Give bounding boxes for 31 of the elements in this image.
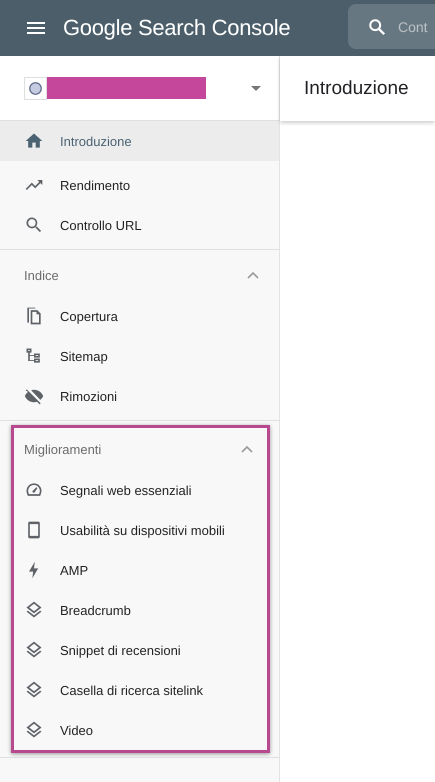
nav-item[interactable]: Casella di ricerca sitelink bbox=[14, 670, 267, 710]
nav-item[interactable]: Introduzione bbox=[0, 121, 279, 161]
search-bar[interactable]: Cont bbox=[348, 4, 435, 49]
app-logo[interactable]: Google Search Console bbox=[63, 15, 290, 41]
layers-icon bbox=[24, 600, 44, 620]
menu-icon[interactable] bbox=[27, 22, 45, 34]
layers-icon bbox=[24, 720, 44, 740]
search-input[interactable]: Cont bbox=[398, 18, 432, 34]
nav-item[interactable]: Rimozioni bbox=[0, 376, 279, 416]
globe-icon bbox=[24, 76, 47, 100]
layers-icon bbox=[24, 640, 44, 660]
nav-item[interactable]: Usabilità su dispositivi mobili bbox=[14, 510, 267, 550]
nav-item[interactable]: Rendimento bbox=[0, 165, 279, 205]
caret-icon bbox=[251, 86, 261, 90]
nav-item[interactable]: Video bbox=[14, 710, 267, 750]
nav-item[interactable]: Copertura bbox=[0, 296, 279, 336]
section-header[interactable]: Miglioramenti bbox=[14, 428, 267, 470]
section-header[interactable]: Indice bbox=[0, 254, 279, 296]
nav-item[interactable]: Sitemap bbox=[0, 336, 279, 376]
search-icon bbox=[368, 18, 386, 36]
page-title: Introduzione bbox=[304, 78, 409, 100]
chevron-icon bbox=[241, 445, 253, 453]
nav-item[interactable]: Segnali web essenziali bbox=[14, 470, 267, 510]
nav-item[interactable]: Breadcrumb bbox=[14, 590, 267, 630]
property-selector[interactable] bbox=[0, 56, 279, 121]
search-icon bbox=[24, 215, 44, 235]
layers-icon bbox=[24, 680, 44, 700]
nav-item[interactable]: AMP bbox=[14, 550, 267, 590]
chevron-icon bbox=[247, 271, 259, 279]
nav-item[interactable]: Controllo URL bbox=[0, 205, 279, 245]
nav-item[interactable]: Snippet di recensioni bbox=[14, 630, 267, 670]
